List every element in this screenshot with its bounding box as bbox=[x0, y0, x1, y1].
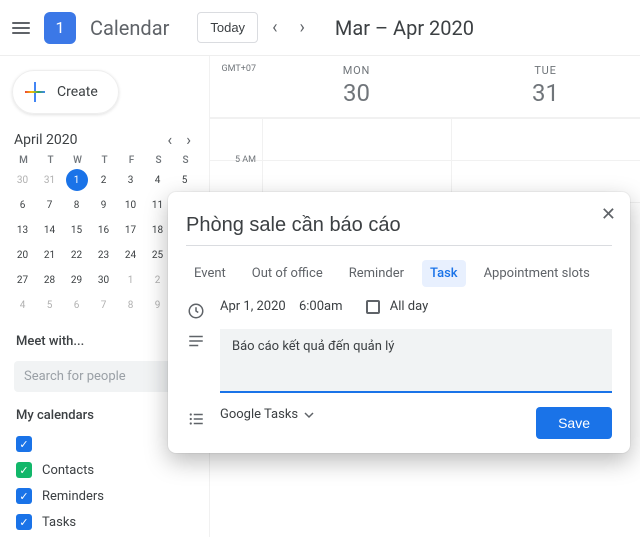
day-number: 31 bbox=[451, 79, 640, 107]
tab-task[interactable]: Task bbox=[422, 260, 466, 287]
prev-period-button[interactable]: ‹ bbox=[264, 13, 285, 42]
chevron-down-icon bbox=[304, 410, 314, 420]
description-icon bbox=[186, 331, 206, 351]
mini-day[interactable]: 29 bbox=[66, 269, 88, 291]
day-column-header[interactable]: TUE 31 bbox=[451, 56, 640, 117]
clock-icon bbox=[186, 301, 206, 321]
datetime-row[interactable]: Apr 1, 2020 6:00am All day bbox=[220, 299, 448, 314]
mini-next-month[interactable]: › bbox=[182, 130, 195, 149]
event-type-tabs: Event Out of office Reminder Task Appoin… bbox=[186, 260, 612, 287]
mini-day[interactable]: 21 bbox=[39, 244, 61, 266]
mini-day[interactable]: 5 bbox=[39, 294, 61, 316]
mini-prev-month[interactable]: ‹ bbox=[163, 130, 176, 149]
weekday-header: T bbox=[93, 155, 117, 166]
weekday-header: S bbox=[174, 155, 198, 166]
mini-day[interactable]: 10 bbox=[120, 194, 142, 216]
calendar-list-item[interactable]: ✓ Reminders bbox=[4, 483, 205, 509]
save-button[interactable]: Save bbox=[536, 407, 612, 439]
mini-day[interactable]: 3 bbox=[120, 169, 142, 191]
mini-day[interactable]: 22 bbox=[66, 244, 88, 266]
mini-day[interactable]: 24 bbox=[120, 244, 142, 266]
mini-day[interactable]: 4 bbox=[12, 294, 34, 316]
mini-day[interactable]: 16 bbox=[93, 219, 115, 241]
calendar-checkbox[interactable]: ✓ bbox=[16, 462, 32, 478]
calendar-label: Contacts bbox=[42, 463, 94, 478]
mini-day[interactable]: 18 bbox=[147, 219, 169, 241]
mini-day[interactable]: 1 bbox=[66, 169, 88, 191]
mini-day[interactable]: 25 bbox=[147, 244, 169, 266]
mini-day[interactable]: 7 bbox=[93, 294, 115, 316]
mini-day[interactable]: 11 bbox=[147, 194, 169, 216]
mini-day[interactable]: 6 bbox=[12, 194, 34, 216]
day-column-header[interactable]: MON 30 bbox=[262, 56, 451, 117]
mini-day[interactable]: 1 bbox=[120, 269, 142, 291]
mini-day[interactable]: 7 bbox=[39, 194, 61, 216]
weekday-label: MON bbox=[262, 64, 451, 77]
time-value[interactable]: 6:00am bbox=[299, 299, 343, 314]
description-input[interactable] bbox=[220, 329, 612, 393]
mini-day[interactable]: 31 bbox=[39, 169, 61, 191]
tab-event[interactable]: Event bbox=[186, 260, 234, 287]
mini-day[interactable]: 8 bbox=[66, 194, 88, 216]
calendar-list-item[interactable]: ✓ Contacts bbox=[4, 457, 205, 483]
calendar-label: Tasks bbox=[42, 515, 76, 530]
next-period-button[interactable]: › bbox=[291, 13, 312, 42]
mini-day[interactable]: 6 bbox=[66, 294, 88, 316]
mini-day[interactable]: 15 bbox=[66, 219, 88, 241]
mini-day[interactable]: 2 bbox=[147, 269, 169, 291]
event-editor-dialog: ✕ Event Out of office Reminder Task Appo… bbox=[168, 192, 630, 453]
date-range: Mar – Apr 2020 bbox=[335, 16, 474, 40]
mini-day[interactable]: 2 bbox=[93, 169, 115, 191]
mini-day[interactable]: 17 bbox=[120, 219, 142, 241]
hour-label bbox=[210, 113, 262, 154]
mini-day[interactable]: 28 bbox=[39, 269, 61, 291]
close-icon[interactable]: ✕ bbox=[601, 204, 616, 225]
mini-day[interactable]: 30 bbox=[12, 169, 34, 191]
mini-day[interactable]: 23 bbox=[93, 244, 115, 266]
weekday-label: TUE bbox=[451, 64, 640, 77]
app-title: Calendar bbox=[90, 16, 169, 40]
today-button[interactable]: Today bbox=[197, 12, 258, 43]
mini-day[interactable]: 8 bbox=[120, 294, 142, 316]
weekday-header: F bbox=[120, 155, 144, 166]
calendar-checkbox[interactable]: ✓ bbox=[16, 514, 32, 530]
tab-appointment-slots[interactable]: Appointment slots bbox=[476, 260, 598, 287]
task-list-select[interactable]: Google Tasks bbox=[220, 407, 314, 422]
date-value[interactable]: Apr 1, 2020 bbox=[220, 299, 286, 314]
weekday-header: T bbox=[39, 155, 63, 166]
calendar-checkbox[interactable]: ✓ bbox=[16, 488, 32, 504]
calendar-label: Reminders bbox=[42, 489, 104, 504]
day-number: 30 bbox=[262, 79, 451, 107]
list-icon bbox=[186, 409, 206, 429]
hour-row[interactable] bbox=[210, 118, 640, 160]
mini-day[interactable]: 14 bbox=[39, 219, 61, 241]
weekday-header: M bbox=[12, 155, 36, 166]
allday-checkbox[interactable] bbox=[366, 300, 380, 314]
weekday-header: S bbox=[147, 155, 171, 166]
hour-label: 5 AM bbox=[210, 155, 262, 196]
calendar-logo: 1 bbox=[44, 12, 76, 44]
mini-day[interactable]: 27 bbox=[12, 269, 34, 291]
mini-calendar-title: April 2020 bbox=[14, 132, 78, 148]
mini-day[interactable]: 9 bbox=[147, 294, 169, 316]
create-label: Create bbox=[57, 84, 98, 100]
tab-reminder[interactable]: Reminder bbox=[341, 260, 412, 287]
mini-day[interactable]: 30 bbox=[93, 269, 115, 291]
weekday-header: W bbox=[66, 155, 90, 166]
mini-day[interactable]: 13 bbox=[12, 219, 34, 241]
mini-day[interactable]: 5 bbox=[174, 169, 196, 191]
task-list-value: Google Tasks bbox=[220, 407, 298, 422]
main-menu-icon[interactable] bbox=[12, 22, 30, 34]
tab-out-of-office[interactable]: Out of office bbox=[244, 260, 331, 287]
allday-label: All day bbox=[390, 299, 429, 314]
mini-day[interactable]: 4 bbox=[147, 169, 169, 191]
plus-icon bbox=[23, 80, 47, 104]
timezone-label: GMT+07 bbox=[210, 56, 262, 117]
calendar-checkbox[interactable]: ✓ bbox=[16, 436, 32, 452]
calendar-list-item[interactable]: ✓ Tasks bbox=[4, 509, 205, 535]
mini-day[interactable]: 20 bbox=[12, 244, 34, 266]
mini-day[interactable]: 9 bbox=[93, 194, 115, 216]
create-button[interactable]: Create bbox=[12, 70, 119, 114]
event-title-input[interactable] bbox=[186, 206, 612, 246]
